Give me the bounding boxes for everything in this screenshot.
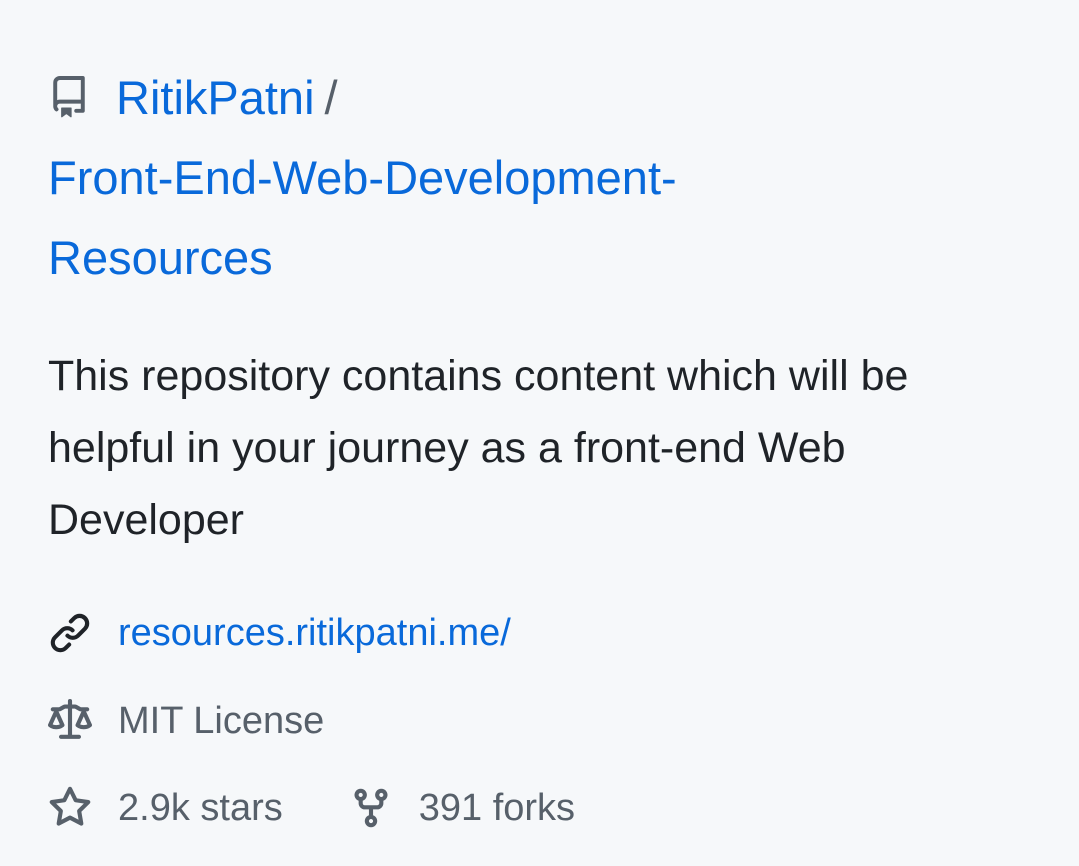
forks-count[interactable]: 391 forks <box>419 783 575 833</box>
fork-icon <box>354 788 388 828</box>
repo-owner-link[interactable]: RitikPatni <box>116 71 315 124</box>
link-icon <box>50 613 90 653</box>
forks-group: 391 forks <box>349 783 575 833</box>
repo-name-link[interactable]: Front-End-Web-Development-Resources <box>48 138 768 298</box>
license-row: MIT License <box>48 696 324 746</box>
repo-separator: / <box>324 71 338 124</box>
law-scale-icon <box>48 699 92 739</box>
star-icon <box>49 786 91 826</box>
website-link[interactable]: resources.ritikpatni.me/ <box>118 608 511 658</box>
website-row: resources.ritikpatni.me/ <box>48 608 511 658</box>
stars-count[interactable]: 2.9k stars <box>118 783 283 833</box>
repo-description: This repository contains content which w… <box>48 352 909 544</box>
repo-icon <box>53 76 85 118</box>
license-label[interactable]: MIT License <box>118 696 324 746</box>
repo-header: RitikPatni / Front-End-Web-Development-Re… <box>48 58 1028 298</box>
stats-row: 2.9k stars 391 forks <box>48 783 575 833</box>
